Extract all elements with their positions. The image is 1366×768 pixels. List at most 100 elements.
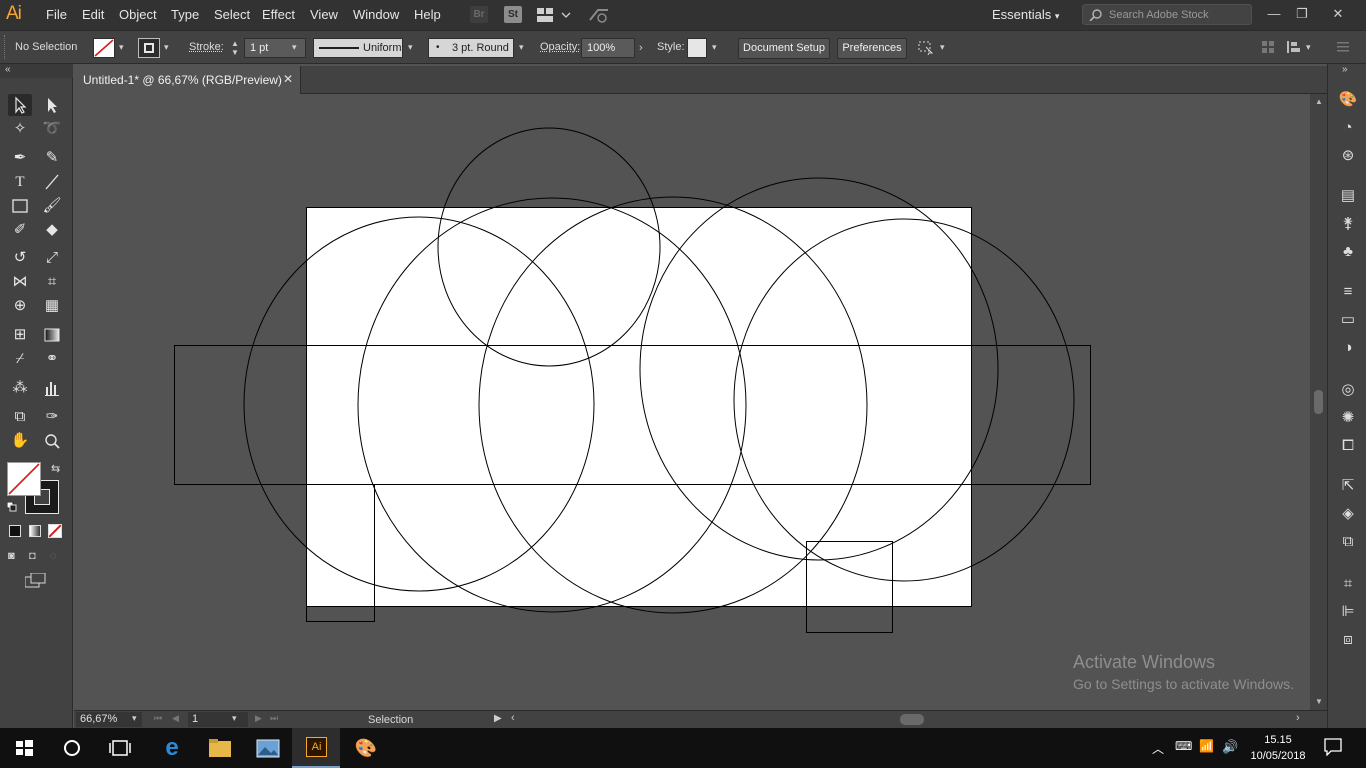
input-method-icon[interactable]: ⌨ [1175, 739, 1192, 753]
mesh-tool-icon[interactable]: ⊞ [8, 324, 32, 346]
swap-fill-stroke-icon[interactable]: ⇆ [51, 462, 60, 475]
document-tab[interactable]: Untitled-1* @ 66,67% (RGB/Preview) ✕ [73, 66, 301, 94]
chevron-down-icon[interactable]: ▾ [408, 42, 413, 53]
chevron-down-icon[interactable]: ▾ [164, 42, 169, 53]
artboard-tool-icon[interactable]: ⧉ [8, 406, 32, 428]
stroke-profile-select[interactable]: Uniform [313, 38, 403, 58]
pen-tool-icon[interactable]: ✒ [8, 147, 32, 169]
brush-definition-select[interactable]: • 3 pt. Round [428, 38, 514, 58]
chevron-down-icon[interactable]: ▾ [712, 42, 717, 53]
transform-icon[interactable]: ⌗ [1338, 574, 1358, 594]
fill-swatch[interactable] [93, 38, 115, 58]
color-themes-icon[interactable]: ⊛ [1338, 146, 1358, 166]
windows-start-icon[interactable] [0, 728, 48, 768]
opacity-field[interactable]: 100% [581, 38, 635, 58]
eraser-tool-icon[interactable]: ◆ [40, 219, 64, 241]
preferences-button[interactable]: Preferences [837, 38, 907, 59]
stock-button[interactable]: St [504, 6, 522, 23]
default-colors-icon[interactable] [7, 502, 17, 512]
restore-icon[interactable]: ❐ [1292, 4, 1312, 24]
free-transform-tool-icon[interactable]: ⌗ [40, 271, 64, 293]
slice-tool-icon[interactable]: ✑ [40, 406, 64, 428]
blend-tool-icon[interactable]: ⚭ [40, 348, 64, 370]
gpu-performance-icon[interactable] [588, 6, 610, 24]
gradient-tool-icon[interactable] [40, 324, 64, 346]
document-setup-button[interactable]: Document Setup [738, 38, 830, 59]
horizontal-scroll-thumb[interactable] [900, 714, 924, 725]
scroll-up-icon[interactable]: ▲ [1315, 97, 1323, 106]
menu-help[interactable]: Help [414, 7, 441, 22]
last-artboard-icon[interactable]: ⏭ [270, 713, 278, 724]
minimize-icon[interactable]: — [1264, 4, 1284, 24]
task-view-icon[interactable] [96, 728, 144, 768]
bridge-button[interactable]: Br [470, 6, 488, 23]
isolate-icon[interactable] [1262, 41, 1276, 53]
transparency-icon[interactable]: ◑ [1338, 338, 1358, 358]
chevron-down-icon[interactable]: ▾ [232, 713, 237, 724]
type-tool-icon[interactable]: T [8, 171, 32, 193]
opacity-label[interactable]: Opacity: [540, 41, 580, 53]
perspective-grid-tool-icon[interactable]: ▦ [40, 295, 64, 317]
layers-icon[interactable]: ◈ [1338, 504, 1358, 524]
file-explorer-icon[interactable] [196, 728, 244, 768]
close-icon[interactable]: ✕ [1328, 4, 1348, 24]
artboards-icon[interactable]: ⧉ [1338, 532, 1358, 552]
menu-type[interactable]: Type [171, 7, 199, 22]
symbols-icon[interactable]: ♣ [1338, 242, 1358, 262]
vertical-scroll-thumb[interactable] [1314, 390, 1323, 414]
cortana-icon[interactable] [48, 728, 96, 768]
menu-file[interactable]: File [46, 7, 67, 22]
collapse-icon[interactable]: « [5, 64, 11, 75]
stroke-panel-icon[interactable]: ≡ [1338, 282, 1358, 302]
chevron-down-icon[interactable]: ▾ [1306, 42, 1311, 53]
eyedropper-tool-icon[interactable]: ⌿ [8, 348, 32, 370]
align-panel-icon[interactable]: ⊫ [1338, 602, 1358, 622]
menu-effect[interactable]: Effect [262, 7, 295, 22]
volume-icon[interactable]: 🔊 [1222, 739, 1238, 755]
chevron-down-icon[interactable]: ▾ [119, 42, 124, 53]
scroll-left-icon[interactable]: ‹ [511, 712, 515, 724]
expand-panels-icon[interactable]: » [1342, 64, 1348, 75]
shaper-tool-icon[interactable]: ✐ [8, 219, 32, 241]
edge-icon[interactable]: e [148, 728, 196, 768]
next-artboard-icon[interactable]: ▶ [255, 713, 262, 724]
zoom-tool-icon[interactable] [40, 430, 64, 452]
stroke-weight-stepper[interactable]: ▲ ▼ [229, 39, 241, 58]
rectangle-tool-icon[interactable] [8, 195, 32, 217]
color-panel-icon[interactable]: 🎨 [1338, 90, 1358, 110]
direct-selection-tool-icon[interactable] [40, 94, 64, 116]
system-clock[interactable]: 15.15 10/05/2018 [1242, 732, 1314, 764]
canvas[interactable] [74, 94, 1310, 710]
workspace-switcher[interactable]: Essentials ▾ [992, 7, 1059, 22]
column-graph-tool-icon[interactable] [40, 377, 64, 399]
chevron-down-icon[interactable]: ▾ [519, 42, 524, 53]
show-hidden-icons-icon[interactable]: ︿ [1152, 740, 1164, 757]
stock-search-input[interactable]: Search Adobe Stock [1082, 4, 1252, 25]
artboard-number-field[interactable]: 1 [188, 712, 248, 727]
paintbrush-tool-icon[interactable]: 🖌 [40, 195, 64, 217]
panel-grip[interactable] [4, 35, 5, 59]
symbol-sprayer-tool-icon[interactable]: ⁂ [8, 377, 32, 399]
export-icon[interactable]: ⇱ [1338, 476, 1358, 496]
swatches-icon[interactable]: ▤ [1338, 186, 1358, 206]
stroke-label[interactable]: Stroke: [189, 41, 224, 53]
brushes-icon[interactable]: ⚵ [1338, 214, 1358, 234]
menu-object[interactable]: Object [119, 7, 157, 22]
chevron-down-icon[interactable]: ▾ [132, 713, 137, 724]
illustrator-icon[interactable]: Ai [292, 728, 340, 768]
line-segment-tool-icon[interactable] [40, 171, 64, 193]
panel-menu-icon[interactable] [1337, 42, 1349, 52]
shape-builder-tool-icon[interactable]: ⊕ [8, 295, 32, 317]
paint-icon[interactable]: 🎨 [342, 728, 390, 768]
previous-artboard-icon[interactable]: ◀ [172, 713, 179, 724]
scroll-right-icon[interactable]: › [1296, 712, 1300, 724]
scale-tool-icon[interactable]: ⤢ [40, 247, 64, 269]
menu-edit[interactable]: Edit [82, 7, 104, 22]
chevron-down-icon[interactable]: ▾ [292, 42, 297, 53]
graphic-styles-icon[interactable]: ✺ [1338, 408, 1358, 428]
rotate-tool-icon[interactable]: ↺ [8, 247, 32, 269]
menu-window[interactable]: Window [353, 7, 399, 22]
none-mode-icon[interactable] [48, 524, 62, 538]
network-icon[interactable]: 📶 [1199, 739, 1214, 753]
draw-normal-icon[interactable]: ◙ [8, 550, 15, 562]
